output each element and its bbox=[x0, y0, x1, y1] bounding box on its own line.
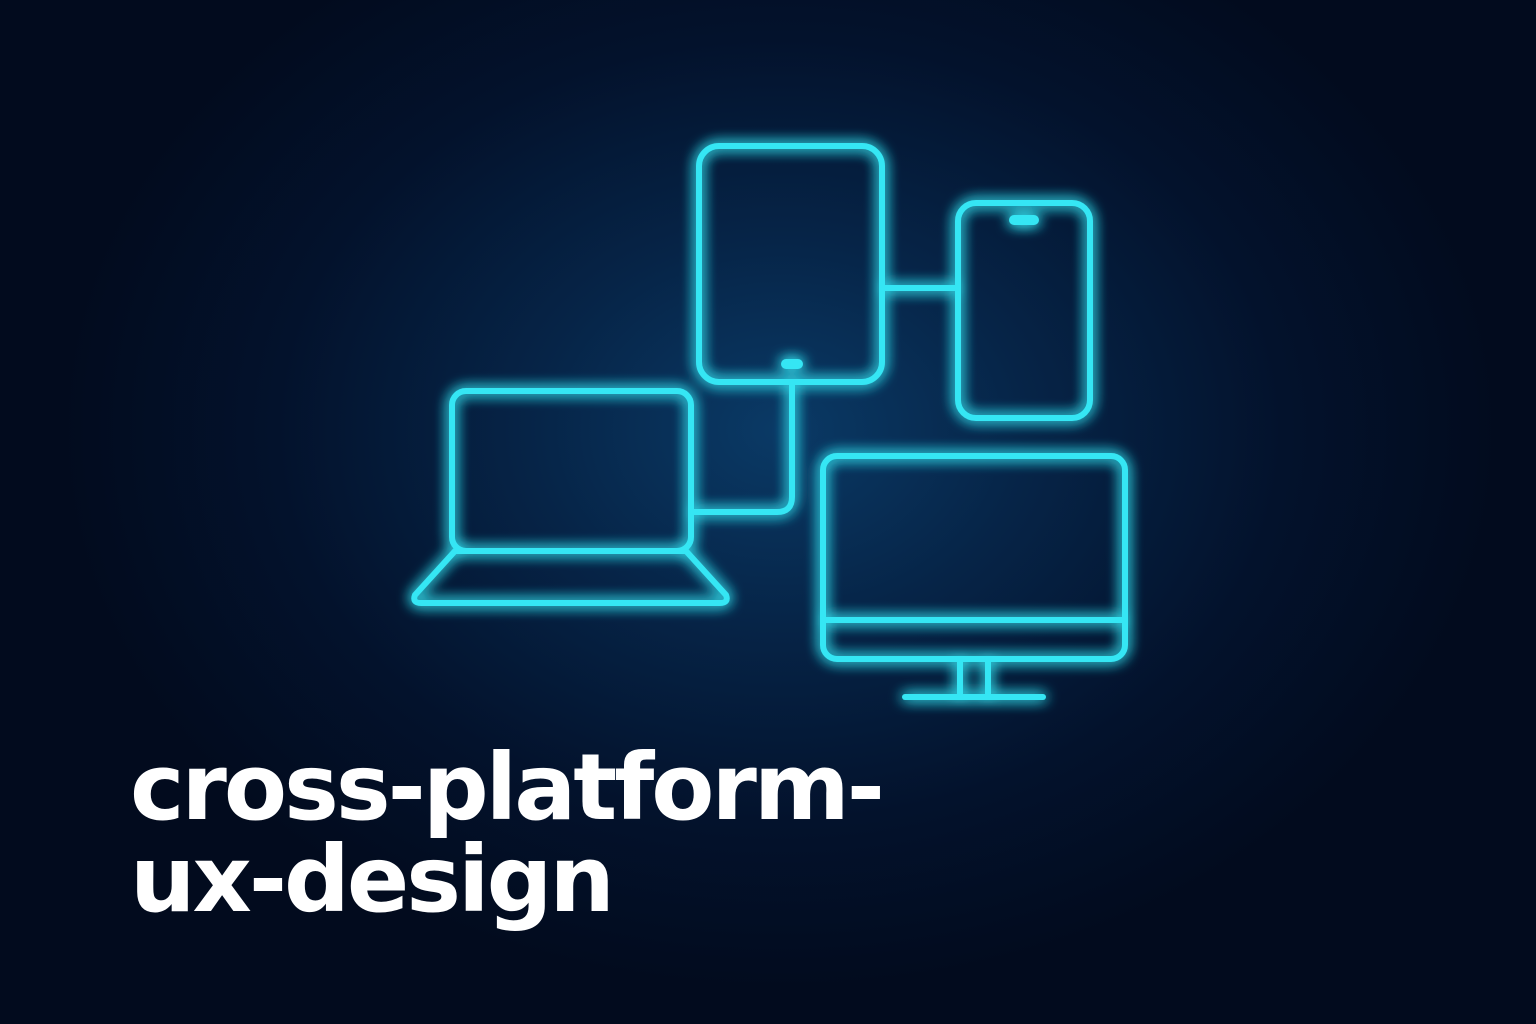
page-title: cross-platform- ux-design bbox=[130, 742, 1130, 926]
tablet-icon bbox=[696, 143, 885, 385]
title-line-2: ux-design bbox=[130, 826, 615, 933]
hero-canvas: cross-platform- ux-design bbox=[0, 0, 1536, 1024]
laptop-icon bbox=[411, 388, 730, 606]
smartphone-icon bbox=[955, 200, 1093, 421]
desktop-monitor-icon bbox=[820, 453, 1128, 700]
title-line-1: cross-platform- bbox=[130, 734, 885, 841]
